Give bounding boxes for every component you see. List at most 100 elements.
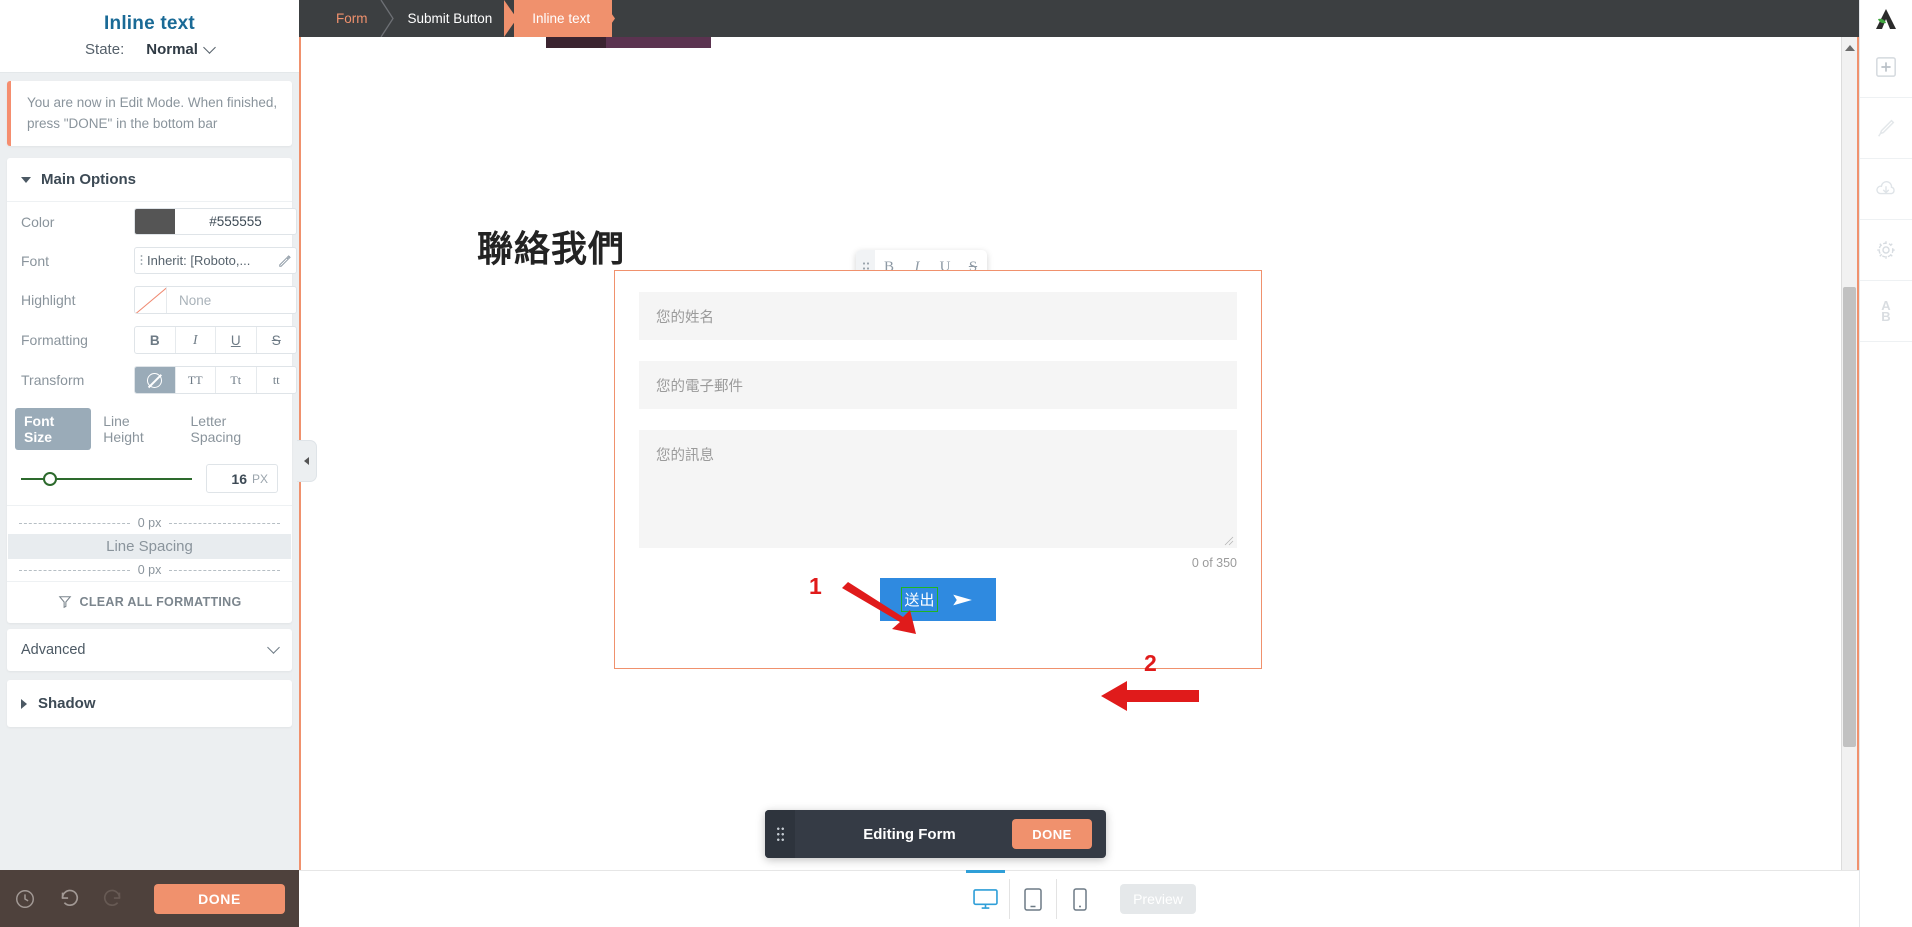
canvas-scrollbar[interactable] — [1841, 37, 1857, 925]
panel-footer: DONE — [0, 870, 299, 927]
transform-button-group: TT Tt tt — [134, 366, 297, 394]
option-row-color: Color #555555 — [7, 202, 297, 241]
highlight-picker[interactable]: None — [134, 286, 297, 314]
font-size-slider[interactable] — [21, 471, 192, 487]
device-tablet-button[interactable] — [1009, 879, 1056, 919]
panel-collapse-handle[interactable] — [297, 440, 317, 482]
color-value: #555555 — [209, 214, 262, 229]
transform-label: Transform — [21, 372, 85, 388]
font-size-unit: PX — [251, 471, 268, 486]
font-selector[interactable]: Inherit: [Roboto,... — [134, 247, 297, 274]
triangle-left-icon — [304, 457, 309, 465]
rail-ab-test-button[interactable]: A B — [1859, 281, 1912, 342]
device-desktop-button[interactable] — [962, 870, 1009, 919]
contact-heading[interactable]: 聯絡我們 — [477, 220, 625, 272]
option-row-font: Font Inherit: [Roboto,... — [7, 241, 297, 280]
send-icon — [952, 594, 972, 605]
submit-button[interactable]: 送出 — [880, 578, 996, 621]
transform-uppercase-button[interactable]: TT — [176, 367, 216, 393]
slider-knob[interactable] — [43, 471, 57, 486]
character-counter: 0 of 350 — [1191, 556, 1237, 570]
clear-all-formatting-button[interactable]: CLEAR ALL FORMATTING — [7, 581, 292, 623]
color-picker[interactable]: #555555 — [134, 208, 297, 235]
resize-handle-icon[interactable] — [1224, 536, 1234, 546]
app-root: Inline text State: Normal You are now in… — [0, 0, 1912, 927]
gear-icon — [1877, 241, 1895, 259]
option-row-highlight: Highlight None — [7, 280, 297, 320]
panel-done-button[interactable]: DONE — [154, 883, 285, 914]
highlight-label: Highlight — [21, 292, 76, 308]
notice-wrapper: You are now in Edit Mode. When finished,… — [0, 73, 299, 152]
breadcrumb-label: Submit Button — [407, 11, 493, 26]
cloud-download-icon — [1876, 181, 1895, 195]
dashed-rule — [19, 522, 130, 524]
rail-style-button[interactable] — [1859, 98, 1912, 159]
rail-add-button[interactable] — [1859, 37, 1912, 98]
canvas: 聯絡我們 B I U S 您的姓名 您的電子郵件 您的訊息 0 of 350 送… — [299, 37, 1859, 927]
undo-icon[interactable] — [58, 888, 80, 910]
transform-capitalize-button[interactable]: Tt — [216, 367, 257, 393]
chevron-down-icon — [267, 641, 280, 654]
ab-bottom: B — [1881, 309, 1891, 324]
line-spacing-top-value: 0 px — [137, 516, 162, 530]
formatting-button-group: B I U S — [134, 326, 297, 354]
device-mobile-button[interactable] — [1056, 879, 1103, 919]
italic-button[interactable]: I — [176, 327, 216, 353]
name-field[interactable]: 您的姓名 — [639, 292, 1237, 340]
breadcrumb-label: Inline text — [532, 11, 591, 26]
message-placeholder: 您的訊息 — [656, 448, 714, 464]
app-logo[interactable] — [1860, 0, 1912, 37]
message-field[interactable]: 您的訊息 — [639, 430, 1237, 548]
submit-row: 送出 — [615, 578, 1261, 621]
editing-bar-drag-handle[interactable] — [765, 810, 795, 858]
line-spacing-block: 0 px Line Spacing 0 px — [7, 505, 292, 581]
no-highlight-swatch[interactable] — [135, 287, 167, 313]
line-spacing-bottom: 0 px — [7, 559, 292, 581]
bottom-device-bar: Preview — [299, 870, 1859, 927]
history-icon[interactable] — [14, 888, 36, 910]
transform-none-button[interactable] — [135, 367, 176, 393]
line-spacing-bottom-value: 0 px — [137, 563, 162, 577]
breadcrumb-label: Form — [336, 11, 368, 26]
rail-save-button[interactable] — [1859, 159, 1912, 220]
editing-bar-title: Editing Form — [863, 825, 956, 843]
advanced-section[interactable]: Advanced — [7, 629, 292, 671]
triangle-down-icon — [21, 176, 31, 183]
redo-icon[interactable] — [102, 888, 124, 910]
breadcrumb-item-form[interactable]: Form — [326, 0, 394, 37]
breadcrumb-item-submit-button[interactable]: Submit Button — [390, 0, 518, 37]
dashed-rule — [169, 522, 281, 524]
editing-form-bar[interactable]: Editing Form DONE — [765, 810, 1106, 858]
name-placeholder: 您的姓名 — [656, 309, 714, 326]
notice-text: You are now in Edit Mode. When finished,… — [27, 95, 278, 131]
tab-letter-spacing[interactable]: Letter Spacing — [182, 408, 284, 450]
scroll-up-arrow-icon[interactable] — [1845, 45, 1855, 51]
email-field[interactable]: 您的電子郵件 — [639, 361, 1237, 409]
pencil-icon[interactable] — [278, 254, 292, 268]
tab-font-size[interactable]: Font Size — [15, 408, 92, 450]
site-header-strip — [301, 37, 1857, 48]
transform-lowercase-button[interactable]: tt — [257, 367, 297, 393]
contact-form[interactable]: 您的姓名 您的電子郵件 您的訊息 0 of 350 送出 — [614, 270, 1262, 669]
main-options-header[interactable]: Main Options — [7, 158, 292, 202]
editing-form-done-button[interactable]: DONE — [1012, 819, 1092, 849]
color-swatch[interactable] — [135, 209, 175, 234]
font-label: Font — [21, 252, 50, 269]
strikethrough-button[interactable]: S — [257, 327, 297, 353]
tab-line-height[interactable]: Line Height — [94, 408, 178, 450]
left-options-panel: Inline text State: Normal You are now in… — [0, 0, 317, 927]
underline-button[interactable]: U — [216, 327, 257, 353]
font-size-input[interactable]: 16 PX — [206, 464, 278, 493]
breadcrumb-chevron-icon — [379, 0, 394, 37]
bold-button[interactable]: B — [135, 327, 176, 353]
rail-settings-button[interactable] — [1859, 220, 1912, 281]
preview-button[interactable]: Preview — [1120, 884, 1196, 914]
dashed-rule — [169, 569, 281, 571]
state-dropdown[interactable]: Normal — [146, 40, 216, 58]
shadow-section[interactable]: Shadow — [7, 680, 292, 727]
state-row: State: Normal — [0, 40, 299, 58]
desktop-icon — [973, 888, 998, 909]
scrollbar-thumb[interactable] — [1843, 287, 1856, 747]
breadcrumb-item-inline-text[interactable]: Inline text — [514, 0, 616, 37]
submit-button-label[interactable]: 送出 — [901, 587, 938, 612]
